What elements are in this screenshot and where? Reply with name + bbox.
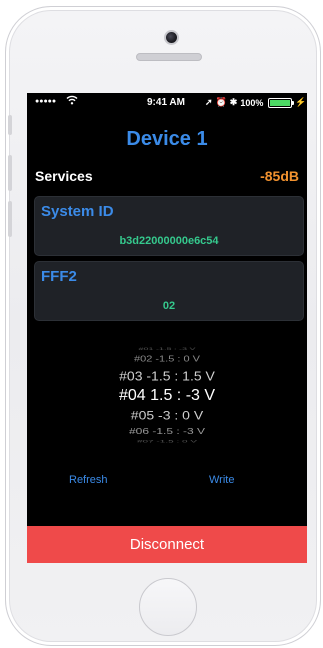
status-bar: ●●●●● 9:41 AM ➚ ⏰ ✱ 100% ⚡ <box>27 93 307 111</box>
service-card-system-id[interactable]: System ID b3d22000000e6c54 <box>34 196 304 256</box>
disconnect-button[interactable]: Disconnect <box>27 526 307 563</box>
volume-down-button <box>8 201 12 237</box>
battery-icon <box>268 97 295 108</box>
picker-row[interactable]: #06 -1.5 : -3 V <box>27 426 307 436</box>
bluetooth-icon: ✱ <box>229 97 238 107</box>
status-indicators: ➚ ⏰ ✱ 100% ⚡ <box>205 97 307 108</box>
signal-strength-icon: ●●●●● <box>35 98 57 105</box>
picker-row[interactable]: #03 -1.5 : 1.5 V <box>27 369 307 383</box>
volume-up-button <box>8 155 12 191</box>
picker-row[interactable]: #02 -1.5 : 0 V <box>27 355 307 364</box>
status-time: 9:41 AM <box>147 97 185 108</box>
charging-icon: ⚡ <box>295 97 307 107</box>
rssi-value: -85dB <box>260 168 299 184</box>
picker-row[interactable]: #07 -1.5 : 0 V <box>27 439 307 443</box>
alarm-icon: ⏰ <box>215 97 227 107</box>
refresh-button[interactable]: Refresh <box>69 474 108 486</box>
front-camera <box>164 30 179 45</box>
value-picker[interactable]: #01 -1.5 : -3 V #02 -1.5 : 0 V #03 -1.5 … <box>27 347 307 446</box>
service-card-value: b3d22000000e6c54 <box>119 235 219 247</box>
write-button[interactable]: Write <box>209 474 234 486</box>
battery-fill <box>270 99 291 106</box>
mute-switch <box>8 115 12 135</box>
picker-row-selected[interactable]: #04 1.5 : -3 V <box>27 387 307 405</box>
wifi-icon <box>66 95 78 108</box>
service-card-title: FFF2 <box>41 268 77 285</box>
services-label: Services <box>35 168 93 184</box>
picker-row[interactable]: #05 -3 : 0 V <box>27 408 307 422</box>
earpiece-speaker <box>136 53 202 61</box>
service-card-title: System ID <box>41 203 114 220</box>
app-screen: ●●●●● 9:41 AM ➚ ⏰ ✱ 100% ⚡ Device 1 Serv… <box>27 93 307 563</box>
service-card-fff2[interactable]: FFF2 02 <box>34 261 304 321</box>
picker-row[interactable]: #01 -1.5 : -3 V <box>27 347 307 351</box>
service-card-value: 02 <box>162 300 176 312</box>
battery-percent: 100% <box>240 97 264 108</box>
page-title: Device 1 <box>126 128 208 150</box>
location-icon: ➚ <box>205 97 213 107</box>
home-button[interactable] <box>139 578 197 636</box>
